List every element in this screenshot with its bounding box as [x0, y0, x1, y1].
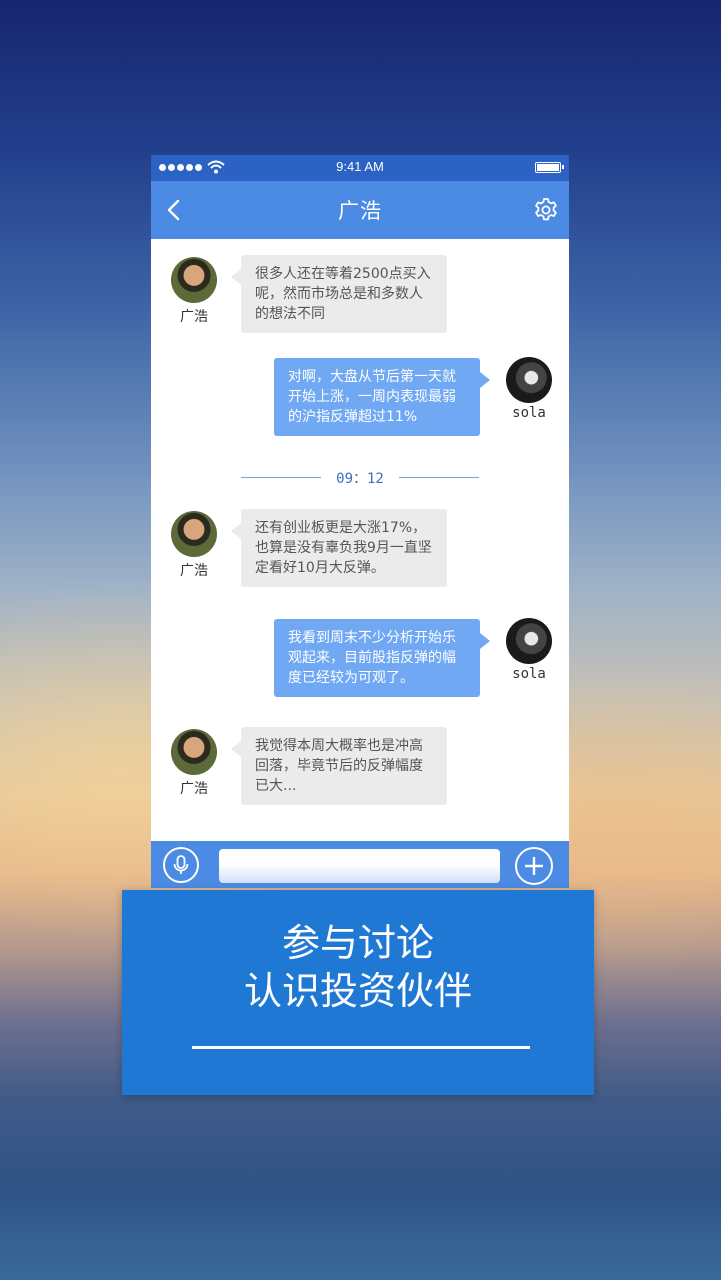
message-bubble: 很多人还在等着2500点买入呢，然而市场总是和多数人的想法不同 — [231, 255, 447, 333]
phone-screen: 9:41 AM 广浩 广浩 很多人还在等着2500点买入呢，然而市场总是和多数人… — [151, 155, 569, 888]
promo-banner: 参与讨论 认识投资伙伴 — [122, 890, 594, 1095]
avatar[interactable] — [506, 357, 552, 403]
message-bubble: 我觉得本周大概率也是冲高回落，毕竟节后的反弹幅度已大... — [231, 727, 447, 805]
nav-bar: 广浩 — [151, 181, 569, 239]
battery-icon — [535, 162, 564, 173]
divider-line — [399, 477, 479, 478]
voice-button[interactable] — [163, 847, 199, 883]
message-input[interactable] — [219, 849, 500, 883]
time-divider: 09：12 — [241, 468, 479, 488]
status-bar: 9:41 AM — [151, 155, 569, 181]
avatar[interactable] — [171, 511, 217, 557]
promo-underline — [192, 1046, 530, 1049]
divider-time: 09：12 — [336, 471, 384, 487]
message-right: 我看到周末不少分析开始乐观起来，目前股指反弹的幅度已经较为可观了。 sola — [151, 610, 569, 720]
avatar[interactable] — [171, 257, 217, 303]
message-left: 广浩 很多人还在等着2500点买入呢，然而市场总是和多数人的想法不同 — [151, 239, 569, 349]
add-button[interactable] — [515, 847, 553, 885]
chat-title: 广浩 — [338, 199, 382, 223]
promo-headline: 参与讨论 — [281, 921, 434, 965]
sender-name: sola — [512, 666, 546, 682]
message-bubble: 对啊，大盘从节后第一天就开始上涨，一周内表现最弱的沪指反弹超过11% — [274, 358, 490, 436]
message-right: 对啊，大盘从节后第一天就开始上涨，一周内表现最弱的沪指反弹超过11% sola — [151, 349, 569, 459]
input-bar — [151, 841, 569, 888]
avatar[interactable] — [506, 618, 552, 664]
sender-name: sola — [512, 405, 546, 421]
sender-name: 广浩 — [180, 309, 208, 325]
sender-name: 广浩 — [180, 563, 208, 579]
microphone-icon — [173, 855, 189, 874]
chat-area: 广浩 很多人还在等着2500点买入呢，然而市场总是和多数人的想法不同 对啊，大盘… — [151, 239, 569, 841]
message-bubble: 我看到周末不少分析开始乐观起来，目前股指反弹的幅度已经较为可观了。 — [274, 619, 490, 697]
message-left: 广浩 我觉得本周大概率也是冲高回落，毕竟节后的反弹幅度已大... — [151, 711, 569, 821]
avatar[interactable] — [171, 729, 217, 775]
promo-subheadline: 认识投资伙伴 — [243, 969, 472, 1013]
sender-name: 广浩 — [180, 781, 208, 797]
status-time: 9:41 AM — [336, 159, 384, 174]
plus-icon — [525, 857, 543, 875]
settings-gear-icon[interactable] — [533, 197, 559, 223]
message-left: 广浩 还有创业板更是大涨17%，也算是没有辜负我9月一直坚定看好10月大反弹。 — [151, 493, 569, 603]
message-bubble: 还有创业板更是大涨17%，也算是没有辜负我9月一直坚定看好10月大反弹。 — [231, 509, 447, 587]
